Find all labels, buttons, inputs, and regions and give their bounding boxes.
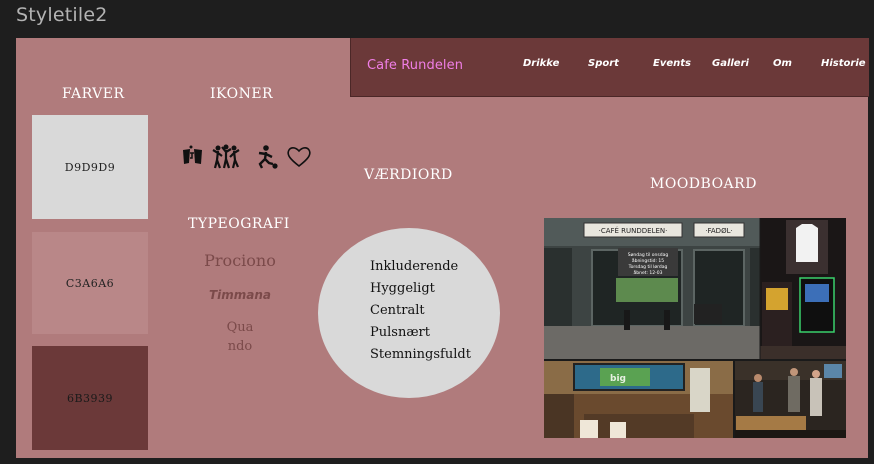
icons-heading: IKONER: [210, 86, 274, 102]
value-word: Pulsnært: [370, 325, 430, 340]
swatch-dusty-rose: C3A6A6: [32, 232, 148, 334]
cafe-facade-photo: ·CAFÉ RUNDDELEN· ·FADØL· Søndag til onsd…: [544, 218, 760, 360]
window-text-line: åbningstid: 15: [632, 257, 664, 264]
sports-bar-photo: big: [544, 360, 734, 438]
font-sample-prociono: Prociono: [204, 251, 276, 270]
dancing-people-icon: [212, 144, 240, 169]
value-word: Stemningsfuldt: [370, 347, 471, 362]
swatch-hex-label: 6B3939: [66, 391, 114, 405]
typography-heading: TYPEOGRAFI: [188, 216, 290, 232]
swatch-light-gray: D9D9D9: [32, 115, 148, 219]
interior-arcade-photo: [760, 218, 846, 360]
icon-set: [180, 144, 312, 170]
banner-text: big: [610, 374, 626, 384]
styletile-board: Cafe Rundelen Drikke Sport Events Galler…: [16, 38, 869, 458]
beer-toast-icon: [183, 145, 202, 164]
swatch-hex-label: D9D9D9: [64, 160, 116, 174]
nav-item-historie[interactable]: Historie: [821, 58, 866, 69]
window-text-line: Torsdag til lørdag: [628, 264, 668, 270]
nav-item-sport[interactable]: Sport: [588, 58, 619, 69]
nav-item-events[interactable]: Events: [653, 58, 691, 69]
moodboard-photos: ·CAFÉ RUNDDELEN· ·FADØL· Søndag til onsd…: [544, 218, 846, 438]
values-circle: Inkluderende Hyggeligt Centralt Pulsnært…: [318, 228, 500, 398]
values-list: Inkluderende Hyggeligt Centralt Pulsnært…: [370, 256, 471, 366]
value-word: Inkluderende: [370, 259, 459, 274]
value-word: Hyggeligt: [370, 281, 435, 296]
font-sample-quando-line-2: ndo: [227, 339, 253, 354]
guests-photo: [734, 360, 846, 438]
window-text-line: åbnet: 12-03: [633, 269, 662, 276]
swatch-dark-maroon: 6B3939: [32, 346, 148, 450]
swatch-hex-label: C3A6A6: [65, 276, 115, 290]
moodboard-collage: ·CAFÉ RUNDDELEN· ·FADØL· Søndag til onsd…: [544, 218, 846, 438]
cafe-sign-text: ·CAFÉ RUNDDELEN·: [599, 226, 668, 235]
nav-item-drikke[interactable]: Drikke: [523, 58, 559, 69]
brand-logo[interactable]: Cafe Rundelen: [367, 58, 463, 73]
nav-bar: Cafe Rundelen Drikke Sport Events Galler…: [350, 38, 869, 97]
font-sample-quando-line-1: Qua: [226, 320, 254, 335]
moodboard-heading: MOODBOARD: [650, 176, 757, 192]
colors-heading: FARVER: [62, 86, 125, 102]
font-sample-quando: Qua ndo: [220, 318, 260, 356]
app-title: Styletile2: [16, 4, 108, 26]
soccer-player-icon: [258, 145, 278, 169]
fadol-sign-text: ·FADØL·: [705, 227, 732, 235]
font-sample-timmana: Timmana: [208, 288, 272, 302]
values-heading: VÆRDIORD: [364, 167, 453, 183]
nav-item-om[interactable]: Om: [773, 58, 792, 69]
nav-item-galleri[interactable]: Galleri: [712, 58, 749, 69]
window-text-line: Søndag til onsdag: [628, 252, 669, 258]
heart-icon: [287, 147, 311, 168]
value-word: Centralt: [370, 303, 425, 318]
